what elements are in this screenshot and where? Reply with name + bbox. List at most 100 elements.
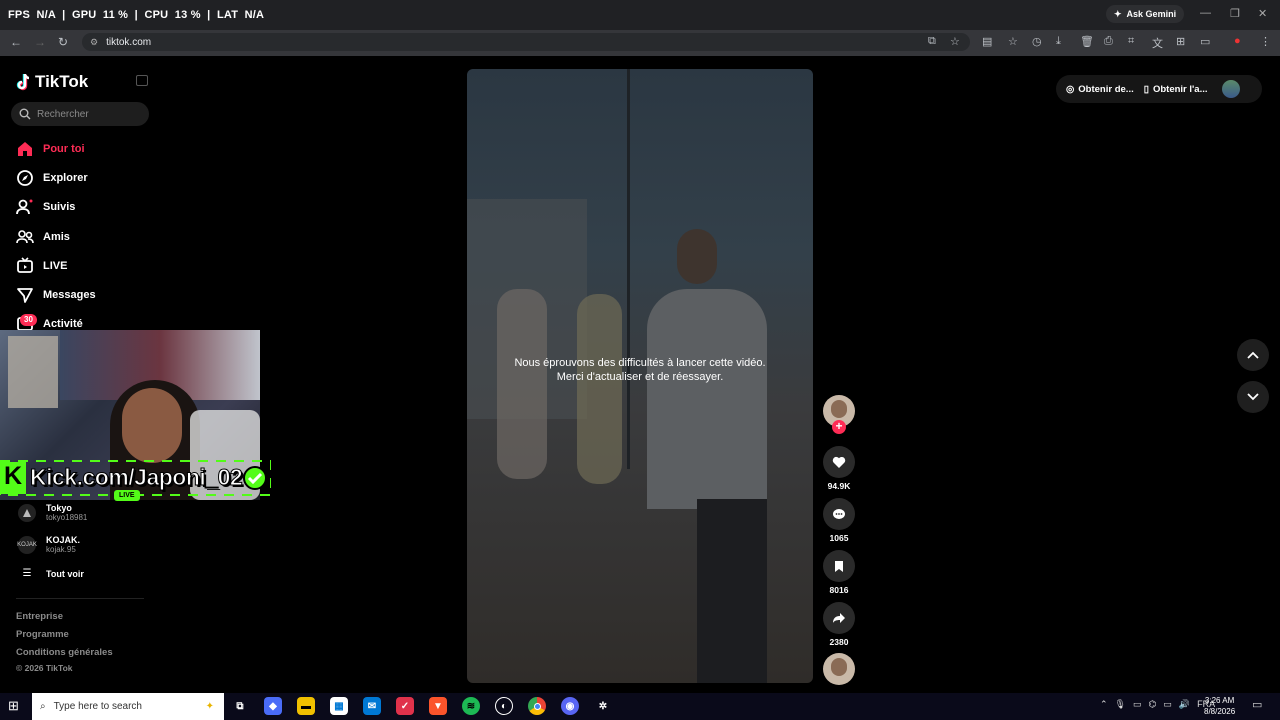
site-info-icon[interactable]: ⚙	[90, 37, 98, 48]
kick-channel-label: Kick.com/Japoni_02	[29, 464, 243, 491]
nav-label: Messages	[43, 289, 96, 301]
steelseries-icon[interactable]: ✲	[594, 697, 612, 715]
display-icon[interactable]: ▭	[1133, 699, 1142, 710]
get-desktop-button[interactable]: ◎ Obtenir de...	[1066, 84, 1134, 95]
microphone-icon[interactable]: 🎙	[1115, 699, 1126, 710]
get-app-label: Obtenir l'a...	[1152, 83, 1208, 95]
discord-icon[interactable]: ◉	[561, 697, 579, 715]
webcam-face	[122, 388, 182, 463]
video-error-message: Nous éprouvons des difficultés à lancer …	[467, 356, 813, 384]
forward-icon[interactable]: →	[34, 35, 46, 49]
nav-label: Suivis	[43, 201, 76, 213]
delete-icon[interactable]: 🗑	[1080, 35, 1094, 48]
extension-icon[interactable]: ▤	[982, 35, 992, 48]
video-woman-2	[577, 294, 622, 484]
error-line-2: Merci d'actualiser et de réessayer.	[556, 371, 724, 383]
comment-button[interactable]	[823, 498, 855, 530]
save-button[interactable]	[823, 550, 855, 582]
next-video-button[interactable]	[1237, 381, 1269, 413]
tiktok-logo[interactable]: TikTok	[16, 72, 88, 92]
follow-plus-button[interactable]: +	[832, 420, 846, 434]
previous-video-button[interactable]	[1237, 339, 1269, 371]
nav-messages[interactable]: Messages	[16, 284, 96, 306]
clock-date: 8/8/2026	[1204, 707, 1236, 716]
user-avatar[interactable]	[1221, 80, 1240, 98]
minimize-icon[interactable]: —	[1200, 7, 1211, 19]
profile-icon[interactable]: ●	[1234, 35, 1241, 47]
nav-amis[interactable]: Amis	[16, 226, 70, 248]
mail-icon[interactable]: ✉	[363, 697, 381, 715]
search-input[interactable]: Rechercher	[11, 102, 149, 126]
video-head	[677, 229, 717, 284]
address-bar[interactable]: ⚙ tiktok.com	[82, 33, 970, 51]
account-name: Tokyo	[46, 503, 72, 513]
avatar	[18, 503, 36, 522]
network-icon[interactable]: ⌬	[1149, 699, 1157, 710]
get-app-button[interactable]: ▯ Obtenir l'a...	[1144, 84, 1208, 95]
taskbar-clock[interactable]: 3:26 AM 8/8/2026	[1204, 695, 1235, 717]
nav-live[interactable]: LIVE	[16, 255, 67, 277]
volume-icon[interactable]: 🔊	[1179, 699, 1190, 710]
copilot-icon[interactable]: ◆	[264, 697, 282, 715]
bookmark-star-icon[interactable]: ☆	[950, 35, 960, 48]
video-woman-1	[497, 289, 547, 479]
app-icon-red[interactable]: ✓	[396, 697, 414, 715]
get-desktop-label: Obtenir de...	[1078, 83, 1134, 95]
nav-pour-toi[interactable]: Pour toi	[16, 138, 85, 160]
nav-suivis[interactable]: Suivis	[16, 196, 75, 218]
top-right-actions: ◎ Obtenir de... ▯ Obtenir l'a...	[1056, 75, 1262, 103]
file-explorer-icon[interactable]: ▬	[297, 697, 315, 715]
video-person	[647, 289, 767, 509]
url-text: tiktok.com	[106, 36, 152, 48]
avatar-face	[831, 658, 847, 676]
account-handle: kojak.95	[46, 545, 76, 554]
desktop-icon: ◎	[1066, 83, 1075, 95]
menu-icon[interactable]: ⋮	[1260, 35, 1271, 48]
following-item-tokyo[interactable]: Tokyo tokyo18981	[18, 503, 87, 522]
obs-icon[interactable]: ◐	[495, 697, 513, 715]
translate-icon[interactable]: 文	[1152, 35, 1163, 51]
back-icon[interactable]: ←	[10, 35, 22, 49]
screenshot-icon[interactable]: ⌗	[1128, 35, 1134, 48]
footer-link-entreprise[interactable]: Entreprise	[16, 611, 63, 622]
reload-icon[interactable]: ↻	[58, 35, 68, 49]
ask-gemini-label: Ask Gemini	[1126, 9, 1177, 19]
like-count: 94.9K	[827, 481, 851, 491]
spotify-icon[interactable]: ≋	[462, 697, 480, 715]
nav-label: Pour toi	[43, 143, 85, 155]
tray-chevron-icon[interactable]: ⌃	[1100, 699, 1108, 710]
taskbar-search-input[interactable]: ⌕ Type here to search ✦	[32, 693, 224, 720]
notification-icon[interactable]: ▭	[1252, 698, 1262, 711]
music-disc-avatar[interactable]	[823, 653, 855, 685]
collapse-sidebar-icon[interactable]	[136, 75, 148, 86]
footer-link-conditions[interactable]: Conditions générales	[16, 647, 113, 658]
chrome-icon[interactable]	[528, 697, 546, 715]
search-icon: ⌕	[40, 701, 46, 712]
share-button[interactable]	[823, 602, 855, 634]
apps-icon[interactable]: ⊞	[1176, 35, 1185, 48]
battery-icon[interactable]: ▭	[1163, 699, 1172, 710]
following-item-kojak[interactable]: KOJAK KOJAK. kojak.95	[17, 535, 80, 554]
history-icon[interactable]: ◷	[1032, 35, 1042, 48]
install-app-icon[interactable]: ⧉	[928, 35, 936, 48]
task-view-icon[interactable]: ⧉	[231, 697, 249, 715]
download-icon[interactable]: ⤓	[1056, 35, 1061, 48]
close-icon[interactable]: ✕	[1258, 7, 1267, 20]
copyright: © 2026 TikTok	[16, 663, 73, 673]
footer-link-programme[interactable]: Programme	[16, 629, 69, 640]
like-button[interactable]	[823, 446, 855, 478]
see-all-button[interactable]: ☰ Tout voir	[18, 568, 84, 579]
search-placeholder: Rechercher	[37, 108, 89, 120]
chevron-up-icon	[1247, 351, 1259, 359]
cast-icon[interactable]: ▭	[1200, 35, 1210, 48]
print-icon[interactable]: ⎙	[1104, 35, 1113, 48]
ask-gemini-button[interactable]: ✦ Ask Gemini	[1106, 5, 1185, 23]
favorites-icon[interactable]: ☆	[1008, 35, 1018, 48]
bookmark-icon	[835, 560, 843, 572]
brave-icon[interactable]: ▼	[429, 697, 447, 715]
store-icon[interactable]: ▦	[330, 697, 348, 715]
nav-label: Explorer	[43, 172, 88, 184]
nav-explorer[interactable]: Explorer	[16, 167, 88, 189]
maximize-icon[interactable]: ❐	[1230, 7, 1240, 20]
windows-start-icon[interactable]: ⊞	[8, 698, 19, 714]
